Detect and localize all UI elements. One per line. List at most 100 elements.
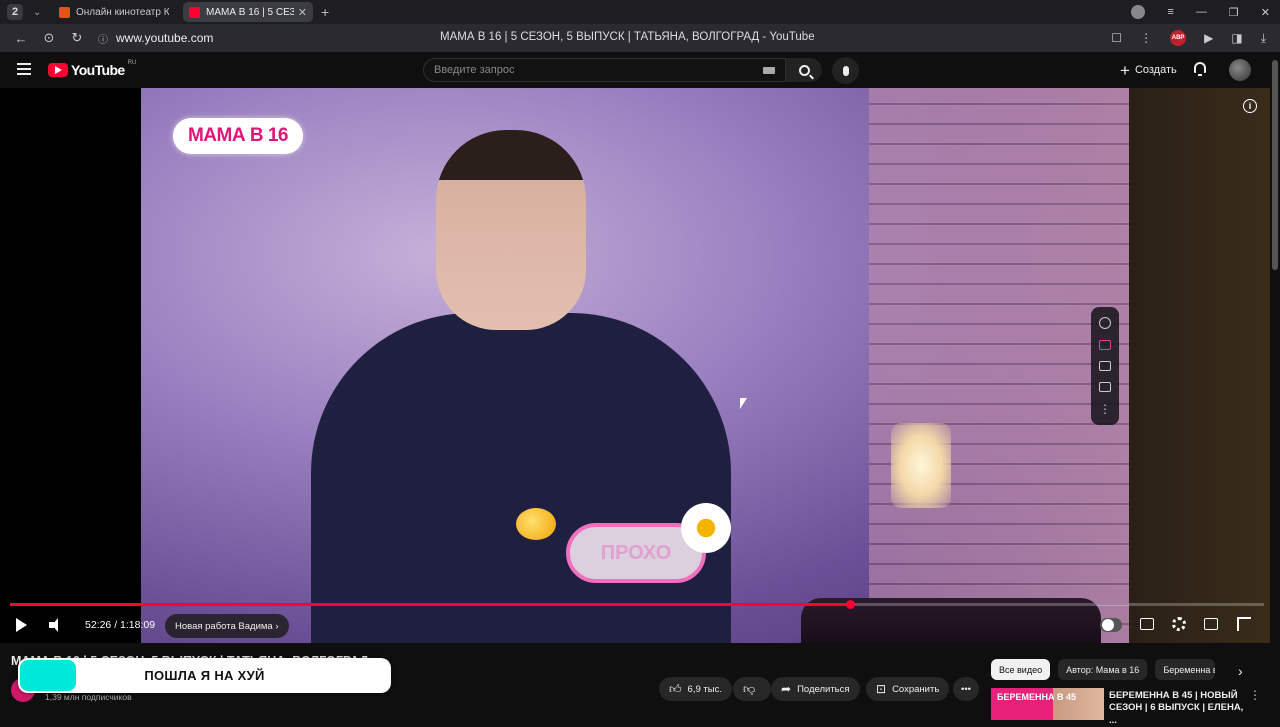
autoplay-toggle[interactable]	[1100, 618, 1122, 632]
chevron-right-icon[interactable]: ›	[1238, 663, 1243, 679]
keyboard-icon[interactable]	[763, 67, 775, 74]
url-text: www.youtube.com	[116, 31, 214, 45]
pacifier-sticker-icon	[516, 508, 556, 540]
lamp-light	[891, 423, 951, 508]
ambient-glow	[1129, 88, 1270, 643]
new-tab-icon[interactable]: +	[321, 4, 329, 20]
adblock-icon[interactable]: ABP	[1170, 30, 1187, 46]
overlay-accent	[20, 660, 76, 691]
video-player[interactable]: МАМА В 16 ПРОХО i ⋮ 52:26 / 1:18:09 Нова…	[0, 88, 1270, 643]
create-button[interactable]: + Создать	[1112, 58, 1185, 82]
site-info-icon[interactable]: ⓘ	[98, 31, 108, 46]
close-window-icon[interactable]: ✕	[1261, 6, 1270, 19]
account-avatar[interactable]	[1229, 59, 1251, 81]
youtube-logo[interactable]: YouTube RU	[48, 60, 137, 78]
brick-wall-background	[869, 88, 1129, 643]
time-display: 52:26 / 1:18:09	[85, 619, 156, 631]
play-icon[interactable]	[16, 618, 27, 632]
picture-in-picture-icon[interactable]	[1099, 382, 1111, 393]
minimize-icon[interactable]: —	[1196, 6, 1207, 18]
search-placeholder: Введите запрос	[434, 64, 515, 76]
more-options-icon[interactable]: ⋮	[1099, 403, 1111, 415]
subscriber-count: 1,39 млн подписчиков	[45, 692, 132, 702]
subtitles-icon[interactable]	[1140, 618, 1154, 630]
search-button[interactable]	[786, 58, 822, 82]
chip-pregnant[interactable]: Беременна в	[1155, 659, 1216, 680]
page-scrollbar[interactable]	[1270, 52, 1280, 720]
browser-tab-bar: 2 ⌄ Онлайн кинотеатр Кино МАМА В 16 | 5 …	[0, 0, 1280, 24]
region-code: RU	[127, 60, 137, 66]
youtube-favicon-icon	[189, 6, 200, 18]
youtube-play-logo-icon	[48, 63, 68, 77]
more-vertical-icon[interactable]: ⋮	[1249, 688, 1261, 702]
settings-gear-icon[interactable]	[1172, 617, 1186, 631]
translate-icon[interactable]	[1099, 316, 1111, 329]
sticker-text: ПРОХО	[600, 541, 672, 564]
window-controls: ≡ — ❐ ✕	[1131, 0, 1270, 24]
downloads-icon[interactable]: ⤓	[1261, 31, 1266, 46]
address-bar: ← ⊙ ↻ ⓘ www.youtube.com МАМА В 16 | 5 СЕ…	[0, 24, 1280, 52]
progress-bar[interactable]	[10, 600, 1264, 609]
share-label: Поделиться	[797, 683, 850, 695]
player-controls: 52:26 / 1:18:09 Новая работа Вадима ›	[0, 610, 1270, 643]
chip-author[interactable]: Автор: Мама в 16	[1058, 659, 1148, 680]
chevron-right-icon: ›	[272, 620, 279, 632]
bookmark-icon[interactable]: ☐	[1111, 31, 1122, 45]
tab-count-badge[interactable]: 2	[7, 4, 23, 20]
fullscreen-icon[interactable]	[1237, 617, 1251, 631]
thumbnail-text: БЕРЕМЕННА В 45	[997, 692, 1076, 702]
search-input[interactable]: Введите запрос	[423, 58, 786, 82]
menu-icon[interactable]: ≡	[1167, 6, 1173, 18]
kinoteatr-favicon-icon	[59, 6, 70, 18]
browser-video-panel: ⋮	[1091, 307, 1119, 425]
extensions-icon[interactable]: ◨	[1231, 31, 1242, 45]
scrollbar-thumb[interactable]	[1272, 60, 1278, 270]
recommendation-thumbnail[interactable]: БЕРЕМЕННА В 45	[991, 688, 1104, 720]
info-icon[interactable]: i	[1243, 99, 1257, 113]
speaker-head	[436, 130, 586, 330]
chip-all-videos[interactable]: Все видео	[991, 659, 1051, 680]
close-tab-icon[interactable]: ✕	[298, 6, 307, 19]
thumbs-down-icon: 👎︎	[743, 681, 756, 696]
restore-icon[interactable]: ❐	[1229, 6, 1239, 19]
save-button[interactable]: ⊡ Сохранить	[866, 677, 950, 701]
miniplayer-icon[interactable]	[1204, 618, 1218, 630]
url-field[interactable]: ⓘ www.youtube.com	[98, 31, 213, 46]
plus-icon: +	[1120, 60, 1130, 80]
like-count: 6,9 тыс.	[687, 683, 722, 695]
hamburger-menu-icon[interactable]	[17, 63, 31, 75]
profile-icon[interactable]	[1131, 5, 1146, 19]
like-button[interactable]: 👍︎ 6,9 тыс.	[659, 677, 732, 701]
yandex-home-icon[interactable]: ⊙	[42, 30, 56, 46]
subtitles-ai-icon[interactable]	[1099, 339, 1111, 350]
browser-toolbar-icons: ☐ ⋮ ABP ▶ ◨ ⤓	[1111, 30, 1266, 46]
back-icon[interactable]: ←	[14, 31, 28, 46]
dislike-button[interactable]: 👎︎	[733, 677, 772, 701]
share-button[interactable]: ➦ Поделиться	[771, 677, 860, 701]
mouse-cursor-icon	[740, 398, 747, 409]
subtitle-overlay: ПОШЛА Я НА ХУЙ	[18, 658, 391, 693]
more-actions-button[interactable]: •••	[953, 677, 979, 701]
tab-title: Онлайн кинотеатр Кино	[76, 6, 169, 18]
notifications-bell-icon[interactable]	[1193, 61, 1207, 76]
reload-icon[interactable]: ↻	[70, 30, 84, 46]
page-title: МАМА В 16 | 5 СЕЗОН, 5 ВЫПУСК | ТАТЬЯНА,…	[440, 31, 815, 43]
tab-title: МАМА В 16 | 5 СЕЗОН	[206, 6, 294, 18]
captions-icon[interactable]	[1099, 360, 1111, 371]
chevron-down-icon[interactable]: ⌄	[33, 7, 45, 18]
show-logo-text: МАМА В 16	[187, 125, 289, 146]
tab-youtube-active[interactable]: МАМА В 16 | 5 СЕЗОН ✕	[183, 2, 313, 22]
volume-icon[interactable]	[49, 618, 61, 632]
logo-text: YouTube	[71, 62, 125, 78]
media-icon[interactable]: ▶	[1204, 31, 1213, 45]
tab-kinoteatr[interactable]: Онлайн кинотеатр Кино	[53, 2, 175, 22]
chapter-title: Новая работа Вадима	[175, 620, 273, 632]
recommendation-title[interactable]: БЕРЕМЕННА В 45 | НОВЫЙ СЕЗОН | 6 ВЫПУСК …	[1109, 690, 1249, 727]
voice-search-button[interactable]	[832, 57, 859, 84]
thumbs-up-icon: 👍︎	[669, 681, 682, 696]
more-icon[interactable]: ⋮	[1140, 31, 1152, 45]
chapter-button[interactable]: Новая работа Вадима ›	[165, 614, 289, 638]
video-frame[interactable]: МАМА В 16 ПРОХО	[141, 88, 1129, 643]
daisy-sticker-icon	[681, 503, 731, 553]
bookmark-save-icon: ⊡	[876, 682, 887, 696]
